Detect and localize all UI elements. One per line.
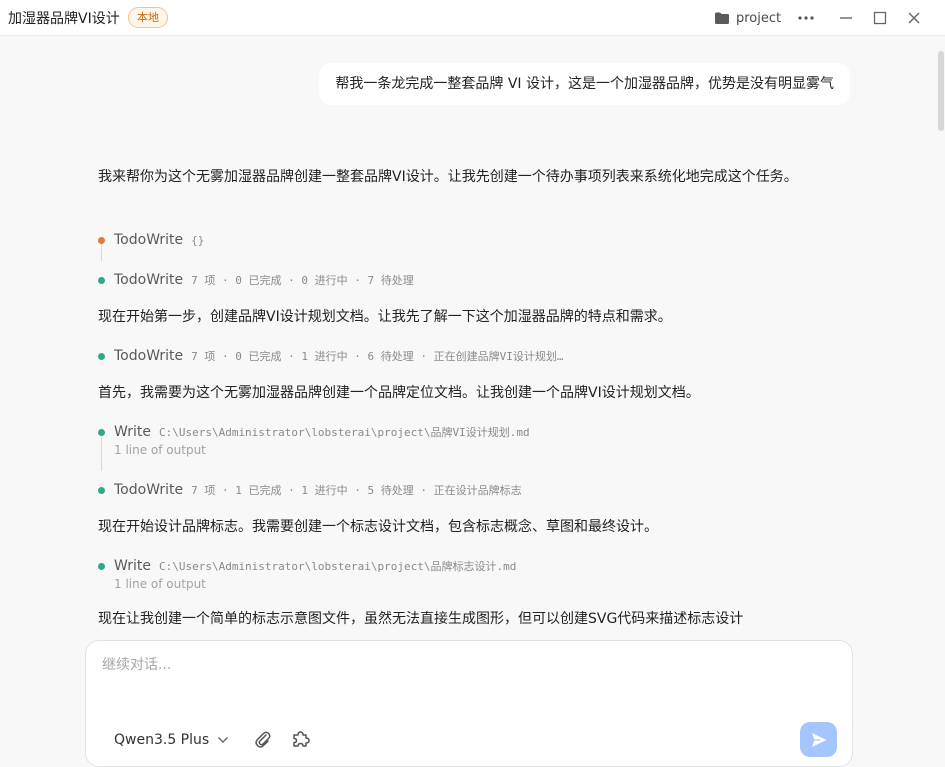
- tool-call-todowrite[interactable]: TodoWrite {}: [98, 230, 204, 250]
- window-title: 加湿器品牌VI设计: [8, 11, 120, 27]
- tool-output-summary[interactable]: 1 line of output: [114, 443, 206, 457]
- more-horizontal-icon: [798, 16, 814, 20]
- tool-output-summary[interactable]: 1 line of output: [114, 577, 206, 591]
- model-label: Qwen3.5 Plus: [114, 732, 210, 748]
- chevron-down-icon: [218, 737, 229, 743]
- tool-file-path: C:\Users\Administrator\lobsterai\project…: [158, 560, 517, 573]
- chat-area[interactable]: 帮我一条龙完成一整套品牌 VI 设计，这是一个加湿器品牌，优势是没有明显雾气 我…: [0, 37, 945, 640]
- maximize-button[interactable]: [868, 6, 892, 30]
- tool-call-todowrite[interactable]: TodoWrite 7 项 · 0 已完成 · 1 进行中 · 6 待处理 · …: [98, 346, 563, 366]
- minimize-button[interactable]: [834, 6, 858, 30]
- minimize-icon: [840, 17, 852, 19]
- local-badge: 本地: [128, 7, 168, 28]
- user-message: 帮我一条龙完成一整套品牌 VI 设计，这是一个加湿器品牌，优势是没有明显雾气: [319, 63, 850, 105]
- tool-detail: 7 项 · 0 已完成 · 0 进行中 · 7 待处理: [191, 274, 414, 287]
- puzzle-icon[interactable]: [291, 729, 311, 749]
- tool-file-path: C:\Users\Administrator\lobsterai\project…: [158, 426, 530, 439]
- tool-call-todowrite[interactable]: TodoWrite 7 项 · 1 已完成 · 1 进行中 · 5 待处理 · …: [98, 480, 522, 500]
- message-input[interactable]: [102, 653, 832, 677]
- composer: Qwen3.5 Plus: [85, 640, 853, 767]
- status-dot-done: [98, 352, 105, 360]
- tool-detail: 7 项 · 1 已完成 · 1 进行中 · 5 待处理 · 正在设计品牌标志: [191, 484, 522, 497]
- tool-detail: {}: [191, 233, 205, 247]
- app-window: 加湿器品牌VI设计 本地 project 帮我一条龙完成一整套品牌 VI 设计，…: [0, 0, 945, 767]
- tool-name: TodoWrite: [114, 482, 184, 498]
- send-icon: [811, 732, 826, 747]
- tool-call-write[interactable]: Write C:\Users\Administrator\lobsterai\p…: [98, 556, 516, 576]
- maximize-icon: [873, 11, 887, 25]
- send-button[interactable]: [800, 722, 837, 757]
- status-dot-done: [98, 428, 105, 436]
- status-dot-pending: [98, 236, 105, 244]
- tool-name: Write: [114, 558, 151, 574]
- close-button[interactable]: [902, 6, 926, 30]
- project-label: project: [736, 10, 782, 26]
- scrollbar-thumb[interactable]: [938, 51, 944, 131]
- close-icon: [908, 12, 920, 24]
- assistant-paragraph: 现在开始设计品牌标志。我需要创建一个标志设计文档，包含标志概念、草图和最终设计。: [98, 519, 658, 535]
- tool-call-write[interactable]: Write C:\Users\Administrator\lobsterai\p…: [98, 422, 530, 442]
- folder-icon: [715, 12, 729, 24]
- tool-name: TodoWrite: [114, 232, 184, 248]
- tool-call-todowrite[interactable]: TodoWrite 7 项 · 0 已完成 · 0 进行中 · 7 待处理: [98, 270, 414, 290]
- paperclip-icon[interactable]: [254, 730, 272, 750]
- model-selector[interactable]: Qwen3.5 Plus: [114, 729, 229, 751]
- assistant-paragraph: 首先，我需要为这个无雾加湿器品牌创建一个品牌定位文档。让我创建一个品牌VI设计规…: [98, 385, 700, 401]
- assistant-paragraph: 我来帮你为这个无雾加湿器品牌创建一整套品牌VI设计。让我先创建一个待办事项列表来…: [98, 169, 798, 185]
- status-dot-done: [98, 486, 105, 494]
- project-button[interactable]: project: [714, 8, 781, 28]
- tool-name: Write: [114, 424, 151, 440]
- tool-detail: 7 项 · 0 已完成 · 1 进行中 · 6 待处理 · 正在创建品牌VI设计…: [191, 350, 564, 363]
- tool-name: TodoWrite: [114, 272, 184, 288]
- assistant-paragraph: 现在让我创建一个简单的标志示意图文件，虽然无法直接生成图形，但可以创建SVG代码…: [98, 611, 744, 627]
- tool-name: TodoWrite: [114, 348, 184, 364]
- status-dot-done: [98, 562, 105, 570]
- assistant-paragraph: 现在开始第一步，创建品牌VI设计规划文档。让我先了解一下这个加湿器品牌的特点和需…: [98, 309, 672, 325]
- status-dot-done: [98, 276, 105, 284]
- title-bar: 加湿器品牌VI设计 本地 project: [0, 0, 945, 36]
- more-button[interactable]: [794, 6, 818, 30]
